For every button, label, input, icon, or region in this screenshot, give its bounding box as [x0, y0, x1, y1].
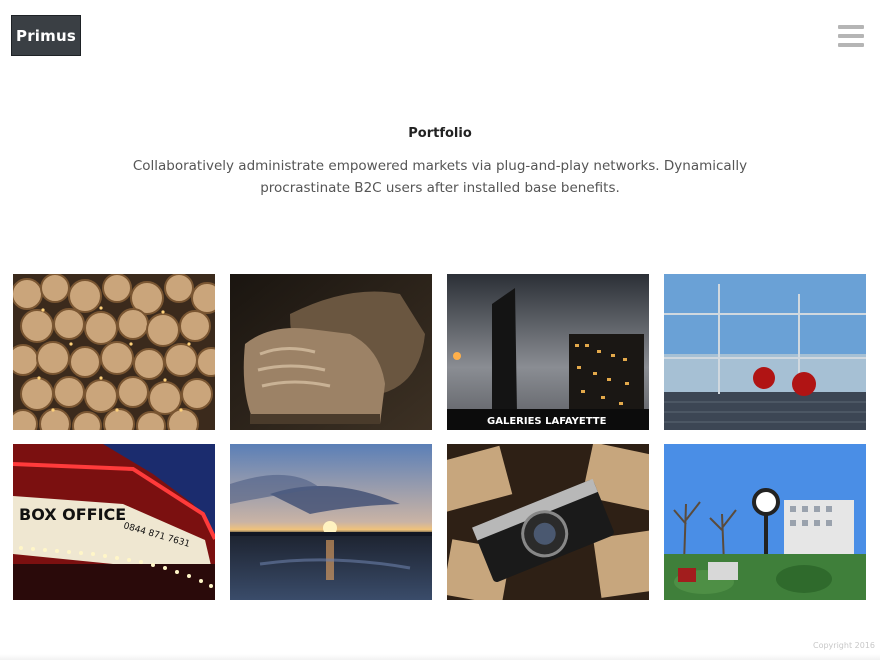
sunset-image	[230, 444, 432, 600]
box-office-text: BOX OFFICE	[19, 505, 126, 524]
hero-section: Portfolio Collaboratively administrate e…	[0, 126, 880, 199]
portfolio-item-park-clock[interactable]	[664, 444, 866, 600]
portfolio-item-terrace[interactable]	[664, 274, 866, 430]
menu-bar	[838, 43, 864, 47]
page-title: Portfolio	[408, 126, 472, 141]
boots-image	[230, 274, 432, 430]
logo[interactable]: Primus	[11, 15, 81, 56]
box-office-image: BOX OFFICE 0844 871 7631	[13, 444, 215, 600]
portfolio-item-sunset[interactable]	[230, 444, 432, 600]
page-description: Collaboratively administrate empowered m…	[132, 158, 748, 196]
footer-shade	[0, 654, 880, 660]
menu-bar	[838, 25, 864, 29]
portfolio-item-boots[interactable]	[230, 274, 432, 430]
portfolio-grid: GALERIES LAFAYETTE BOX OFFICE 0844 871 7…	[13, 274, 867, 600]
copyright-text: Copyright 2016	[813, 641, 875, 650]
menu-bar	[838, 34, 864, 38]
city-image: GALERIES LAFAYETTE	[447, 274, 649, 430]
camera-image	[447, 444, 649, 600]
terrace-image	[664, 274, 866, 430]
portfolio-item-camera[interactable]	[447, 444, 649, 600]
logs-image	[13, 274, 215, 430]
portfolio-item-city[interactable]: GALERIES LAFAYETTE	[447, 274, 649, 430]
portfolio-item-logs[interactable]	[13, 274, 215, 430]
hamburger-icon[interactable]	[838, 25, 864, 47]
city-sign-text: GALERIES LAFAYETTE	[487, 416, 607, 427]
portfolio-item-box-office[interactable]: BOX OFFICE 0844 871 7631	[13, 444, 215, 600]
park-clock-image	[664, 444, 866, 600]
